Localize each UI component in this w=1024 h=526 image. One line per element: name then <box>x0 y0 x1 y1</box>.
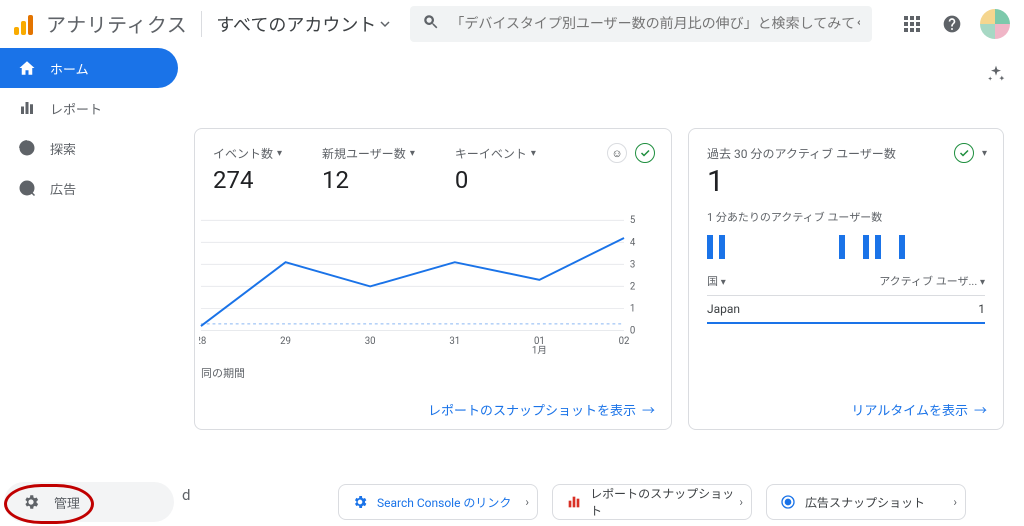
account-selector[interactable]: すべてのアカウント <box>216 11 390 37</box>
link-card-label: 広告スナップショット <box>805 494 925 511</box>
row-underline <box>707 322 985 324</box>
section-title: d <box>182 486 190 504</box>
sidebar-item-home[interactable]: ホーム <box>0 48 178 88</box>
arrow-right-icon: → <box>642 400 655 419</box>
chevron-down-icon <box>380 13 390 34</box>
svg-text:30: 30 <box>365 336 376 347</box>
row-users: 1 <box>978 302 985 316</box>
header-actions <box>900 9 1010 39</box>
recommendation-cards: Search Console のリンク › レポートのスナップショット › 広告… <box>338 484 966 520</box>
chevron-down-icon: ▾ <box>980 277 985 288</box>
data-quality-icon[interactable] <box>635 143 655 163</box>
metric-value: 274 <box>213 166 282 194</box>
ads-icon <box>779 493 797 511</box>
svg-text:31: 31 <box>449 336 460 347</box>
metric-label: キーイベント <box>455 145 527 162</box>
realtime-minibars <box>707 231 985 259</box>
search-icon <box>422 13 440 35</box>
sidebar-item-label: ホーム <box>50 59 89 78</box>
apps-icon[interactable] <box>900 12 924 36</box>
chevron-down-icon: ▾ <box>410 148 415 159</box>
link-label: リアルタイムを表示 <box>851 400 968 419</box>
chevron-right-icon: › <box>953 495 957 509</box>
trend-line-chart: 01234528293031011月02 <box>199 212 653 362</box>
link-card-report-snapshot[interactable]: レポートのスナップショット › <box>552 484 752 520</box>
realtime-table-row: Japan 1 <box>707 295 985 322</box>
metric-new-users[interactable]: 新規ユーザー数 ▾ 12 <box>322 145 415 194</box>
minibar <box>719 235 725 259</box>
link-card-search-console[interactable]: Search Console のリンク › <box>338 484 538 520</box>
gear-icon <box>351 493 369 511</box>
chevron-down-icon: ▾ <box>721 277 726 288</box>
svg-text:4: 4 <box>630 237 636 248</box>
overview-card: ☺ イベント数▾ 274 新規ユーザー数▾ 12 キーイベント▾ <box>194 128 672 430</box>
sidebar-item-label: 探索 <box>50 139 76 158</box>
minibar <box>707 235 713 259</box>
header-divider <box>201 11 202 37</box>
insights-icon[interactable] <box>986 64 1006 88</box>
sidebar-item-label: レポート <box>50 99 102 118</box>
realtime-subtitle: 1 分あたりのアクティブ ユーザー数 <box>707 209 985 225</box>
sidebar-item-reports[interactable]: レポート <box>0 88 178 128</box>
minibar <box>839 235 845 259</box>
view-report-snapshot-link[interactable]: レポートのスナップショットを表示 → <box>428 400 655 419</box>
chevron-down-icon: ▾ <box>531 148 536 159</box>
svg-text:1月: 1月 <box>532 346 547 357</box>
link-card-ads-snapshot[interactable]: 広告スナップショット › <box>766 484 966 520</box>
compare-period-label: 同の期間 <box>201 365 245 381</box>
account-selector-label: すべてのアカウント <box>216 11 376 37</box>
sidebar-item-label: 広告 <box>50 179 76 198</box>
user-avatar[interactable] <box>980 9 1010 39</box>
metric-label: イベント数 <box>213 145 273 162</box>
metric-key-events[interactable]: キーイベント ▾ 0 <box>455 145 536 194</box>
sidebar-item-label: 管理 <box>54 493 80 512</box>
sidebar-item-explore[interactable]: 探索 <box>0 128 178 168</box>
product-title: アナリティクス <box>46 9 187 38</box>
minibar <box>863 235 869 259</box>
svg-text:1: 1 <box>630 303 635 314</box>
report-icon <box>565 493 582 511</box>
sidebar: ホーム レポート 探索 広告 管理 <box>0 48 178 526</box>
link-label: レポートのスナップショットを表示 <box>428 400 636 419</box>
svg-text:2: 2 <box>630 281 636 292</box>
svg-text:3: 3 <box>630 259 635 270</box>
svg-text:5: 5 <box>630 215 636 226</box>
chevron-right-icon: › <box>525 495 529 509</box>
sidebar-item-ads[interactable]: 広告 <box>0 168 178 208</box>
view-realtime-link[interactable]: リアルタイムを表示 → <box>851 400 987 419</box>
row-country: Japan <box>707 302 740 316</box>
arrow-right-icon: → <box>974 400 987 419</box>
link-card-label: Search Console のリンク <box>377 494 511 511</box>
chevron-down-icon: ▾ <box>277 148 282 159</box>
realtime-title: 過去 30 分のアクティブ ユーザー数 <box>707 145 985 162</box>
metric-value: 0 <box>455 166 536 194</box>
col-users[interactable]: アクティブ ユーザ... ▾ <box>879 273 985 289</box>
chevron-down-icon[interactable]: ▾ <box>982 148 987 159</box>
metric-label: 新規ユーザー数 <box>322 145 406 162</box>
help-icon[interactable] <box>940 12 964 36</box>
panel-status-icon[interactable]: ☺ <box>607 143 627 163</box>
analytics-logo-icon <box>14 13 36 35</box>
search-bar[interactable] <box>410 6 872 42</box>
search-input[interactable] <box>440 16 860 32</box>
metric-value: 12 <box>322 166 415 194</box>
sidebar-item-admin[interactable]: 管理 <box>4 482 174 522</box>
svg-text:0: 0 <box>630 325 635 336</box>
app-header: アナリティクス すべてのアカウント <box>0 0 1024 48</box>
data-quality-icon[interactable] <box>954 143 974 163</box>
minibar <box>875 235 881 259</box>
svg-text:29: 29 <box>280 336 291 347</box>
metric-events[interactable]: イベント数 ▾ 274 <box>213 145 282 194</box>
realtime-card: ▾ 過去 30 分のアクティブ ユーザー数 1 1 分あたりのアクティブ ユーザ… <box>688 128 1004 430</box>
svg-text:02: 02 <box>619 336 630 347</box>
col-country[interactable]: 国 ▾ <box>707 273 726 289</box>
main-content: ☺ イベント数▾ 274 新規ユーザー数▾ 12 キーイベント▾ <box>178 48 1024 526</box>
minibar <box>899 235 905 259</box>
realtime-value: 1 <box>707 164 985 199</box>
svg-text:28: 28 <box>199 336 206 347</box>
chevron-right-icon: › <box>739 495 743 509</box>
link-card-label: レポートのスナップショット <box>590 485 739 519</box>
